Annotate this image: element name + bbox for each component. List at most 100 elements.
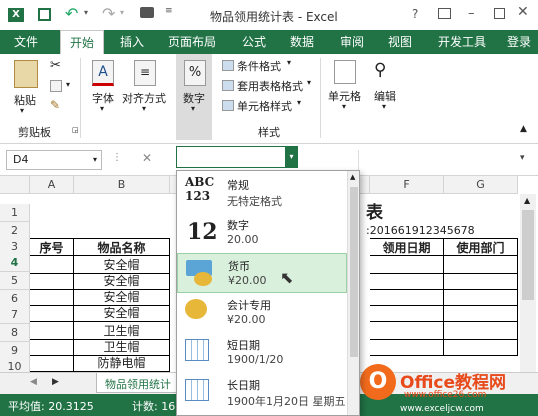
header-cell-date[interactable]: 领用日期 xyxy=(370,238,444,256)
alignment-icon[interactable]: ≡ xyxy=(134,60,156,86)
tab-file[interactable]: 文件 xyxy=(0,30,52,54)
cells-dropdown-icon[interactable]: ▾ xyxy=(342,102,346,111)
tab-formulas[interactable]: 公式 xyxy=(232,30,276,54)
paste-dropdown-icon[interactable]: ▾ xyxy=(20,106,24,115)
camera-icon[interactable] xyxy=(140,7,154,18)
expand-formula-bar-icon[interactable]: ▾ xyxy=(520,153,525,163)
save-icon[interactable] xyxy=(38,8,51,21)
cancel-icon[interactable]: ✕ xyxy=(142,151,152,165)
order-number-cell[interactable]: :201661912345678 xyxy=(366,224,475,237)
format-as-table-button[interactable]: 套用表格格式 xyxy=(237,78,303,94)
cut-icon[interactable]: ✂ xyxy=(50,58,61,73)
cell-styles-icon[interactable] xyxy=(222,100,234,111)
editing-dropdown-icon[interactable]: ▾ xyxy=(382,102,386,111)
paste-icon[interactable] xyxy=(14,60,38,88)
table-cell-seq[interactable] xyxy=(30,354,74,372)
minimize-button[interactable]: – xyxy=(468,6,475,21)
alignment-dropdown-icon[interactable]: ▾ xyxy=(142,104,146,113)
tab-insert[interactable]: 插入 xyxy=(110,30,154,54)
table-cell-date[interactable] xyxy=(370,338,444,356)
conditional-formatting-icon[interactable] xyxy=(222,60,234,71)
header-cell-name[interactable]: 物品名称 xyxy=(74,238,170,256)
table-cell-name[interactable]: 防静电帽 xyxy=(74,354,170,372)
vertical-scroll-thumb[interactable] xyxy=(522,210,534,300)
scroll-up-icon[interactable]: ▲ xyxy=(524,196,530,205)
conditional-formatting-button[interactable]: 条件格式 xyxy=(237,58,281,74)
table-cell-dept[interactable] xyxy=(444,338,518,356)
redo-icon[interactable]: ↷ xyxy=(102,4,115,23)
ribbon-display-icon[interactable] xyxy=(438,8,451,19)
title-cell-fragment[interactable]: 表 xyxy=(366,198,383,223)
row-header[interactable]: 4 xyxy=(0,254,30,272)
format-as-table-dropdown-icon[interactable]: ▾ xyxy=(307,78,311,87)
font-icon[interactable]: A xyxy=(92,60,114,86)
name-box-dropdown-icon[interactable]: ▾ xyxy=(93,151,97,169)
tab-view[interactable]: 视图 xyxy=(378,30,422,54)
dropdown-scrollbar[interactable]: ▲ xyxy=(347,171,359,415)
select-all-corner[interactable] xyxy=(0,176,30,194)
close-button[interactable]: ✕ xyxy=(517,4,529,20)
header-cell-seq[interactable]: 序号 xyxy=(30,238,74,256)
number-format-combobox[interactable]: ▾ xyxy=(176,146,298,168)
format-option-accounting[interactable]: 会计专用 ¥20.00 xyxy=(177,293,347,333)
column-header-a[interactable]: A xyxy=(30,176,74,194)
number-dropdown-icon[interactable]: ▾ xyxy=(191,104,195,113)
number-format-dropdown-icon[interactable]: ▾ xyxy=(285,147,298,167)
prev-sheet-icon[interactable]: ◀ xyxy=(30,377,37,387)
row-header[interactable]: 5 xyxy=(0,272,30,290)
formula-input[interactable] xyxy=(358,150,526,170)
column-header-f[interactable]: F xyxy=(370,176,444,194)
dropdown-scroll-thumb[interactable] xyxy=(350,187,358,357)
redo-dropdown-icon[interactable]: ▾ xyxy=(120,8,124,17)
column-header-g[interactable]: G xyxy=(444,176,518,194)
copy-icon[interactable] xyxy=(50,80,62,92)
paste-button[interactable]: 粘贴 xyxy=(14,92,36,108)
find-icon[interactable]: ⚲ xyxy=(374,60,386,80)
cells-icon[interactable] xyxy=(334,60,356,84)
format-option-currency[interactable]: 货币 ¥20.00 ⬉ xyxy=(177,253,347,293)
vertical-scrollbar[interactable]: ▲ xyxy=(520,194,536,372)
help-button[interactable]: ? xyxy=(412,7,418,21)
header-cell-dept[interactable]: 使用部门 xyxy=(444,238,518,256)
table-cell-seq[interactable] xyxy=(30,304,74,322)
sign-in-link[interactable]: 登录 xyxy=(500,30,538,54)
restore-button[interactable] xyxy=(494,8,505,19)
format-as-table-icon[interactable] xyxy=(222,80,234,91)
format-option-long-date[interactable]: 长日期 1900年1月20日 星期五 xyxy=(177,373,347,413)
column-header-b[interactable]: B xyxy=(74,176,170,194)
tab-review[interactable]: 审阅 xyxy=(330,30,374,54)
next-sheet-icon[interactable]: ▶ xyxy=(52,377,59,387)
format-option-short-date[interactable]: 短日期 1900/1/20 xyxy=(177,333,347,373)
cell-styles-button[interactable]: 单元格样式 xyxy=(237,98,292,114)
tab-developer[interactable]: 开发工具 xyxy=(430,30,494,54)
clipboard-launcher-icon[interactable]: ◲ xyxy=(72,126,79,134)
row-header[interactable]: 8 xyxy=(0,324,30,342)
percent-icon[interactable]: % xyxy=(184,60,206,86)
cell-styles-dropdown-icon[interactable]: ▾ xyxy=(297,98,301,107)
undo-dropdown-icon[interactable]: ▾ xyxy=(84,8,88,17)
copy-dropdown-icon[interactable]: ▾ xyxy=(66,80,70,89)
font-dropdown-icon[interactable]: ▾ xyxy=(100,104,104,113)
ribbon-divider xyxy=(320,58,321,138)
tab-page-layout[interactable]: 页面布局 xyxy=(160,30,224,54)
name-box-value: D4 xyxy=(13,153,29,166)
collapse-ribbon-icon[interactable]: ▲ xyxy=(520,124,527,134)
row-header[interactable]: 7 xyxy=(0,306,30,324)
format-option-general[interactable]: ABC 123 常规 无特定格式 xyxy=(177,173,347,213)
customize-qat-icon[interactable]: ≡ xyxy=(165,6,173,16)
tab-home[interactable]: 开始 xyxy=(60,30,104,54)
row-header[interactable]: 1 xyxy=(0,204,30,222)
tab-data[interactable]: 数据 xyxy=(280,30,324,54)
undo-icon[interactable]: ↶ xyxy=(65,4,78,23)
format-option-number[interactable]: 12 数字 20.00 xyxy=(177,213,347,253)
table-cell-name[interactable]: 安全帽 xyxy=(74,304,170,322)
format-painter-icon[interactable]: ✎ xyxy=(50,98,60,112)
format-option-title: 常规 xyxy=(227,179,249,192)
conditional-formatting-dropdown-icon[interactable]: ▾ xyxy=(287,58,291,67)
sheet-tab[interactable]: 物品领用统计 xyxy=(96,373,178,393)
table-cell-date[interactable] xyxy=(370,304,444,322)
dropdown-scroll-up-icon[interactable]: ▲ xyxy=(350,173,355,181)
table-cell-dept[interactable] xyxy=(444,304,518,322)
name-box[interactable]: D4 ▾ xyxy=(6,150,102,170)
row-header[interactable]: 10 xyxy=(0,358,30,372)
